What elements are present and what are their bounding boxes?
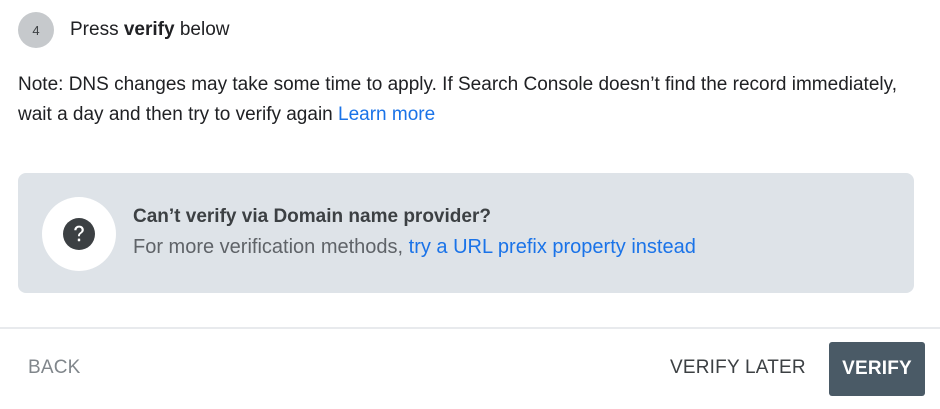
alternative-method-box: Can’t verify via Domain name provider? F… bbox=[18, 173, 914, 293]
dns-note: Note: DNS changes may take some time to … bbox=[18, 70, 898, 130]
step-number-badge: 4 bbox=[18, 12, 54, 48]
dns-note-text: Note: DNS changes may take some time to … bbox=[18, 74, 897, 125]
verify-button[interactable]: VERIFY bbox=[829, 342, 925, 396]
step-row: 4 Press verify below bbox=[18, 12, 229, 48]
learn-more-link[interactable]: Learn more bbox=[338, 104, 435, 125]
step-instruction: Press verify below bbox=[70, 19, 229, 41]
help-icon-circle bbox=[42, 197, 116, 271]
step-prefix: Press bbox=[70, 19, 124, 40]
footer-divider bbox=[0, 327, 940, 329]
help-icon bbox=[63, 218, 95, 250]
back-button[interactable]: BACK bbox=[28, 357, 81, 379]
url-prefix-property-link[interactable]: try a URL prefix property instead bbox=[409, 236, 696, 258]
verify-later-button[interactable]: VERIFY LATER bbox=[670, 357, 806, 379]
step-suffix: below bbox=[174, 19, 230, 40]
step-emphasis: verify bbox=[123, 19, 175, 40]
info-subtitle-text: For more verification methods, bbox=[133, 236, 409, 258]
info-title: Can’t verify via Domain name provider? bbox=[133, 206, 491, 227]
info-subtitle: For more verification methods, try a URL… bbox=[133, 236, 696, 259]
verification-dialog: 4 Press verify below Note: DNS changes m… bbox=[0, 0, 940, 409]
